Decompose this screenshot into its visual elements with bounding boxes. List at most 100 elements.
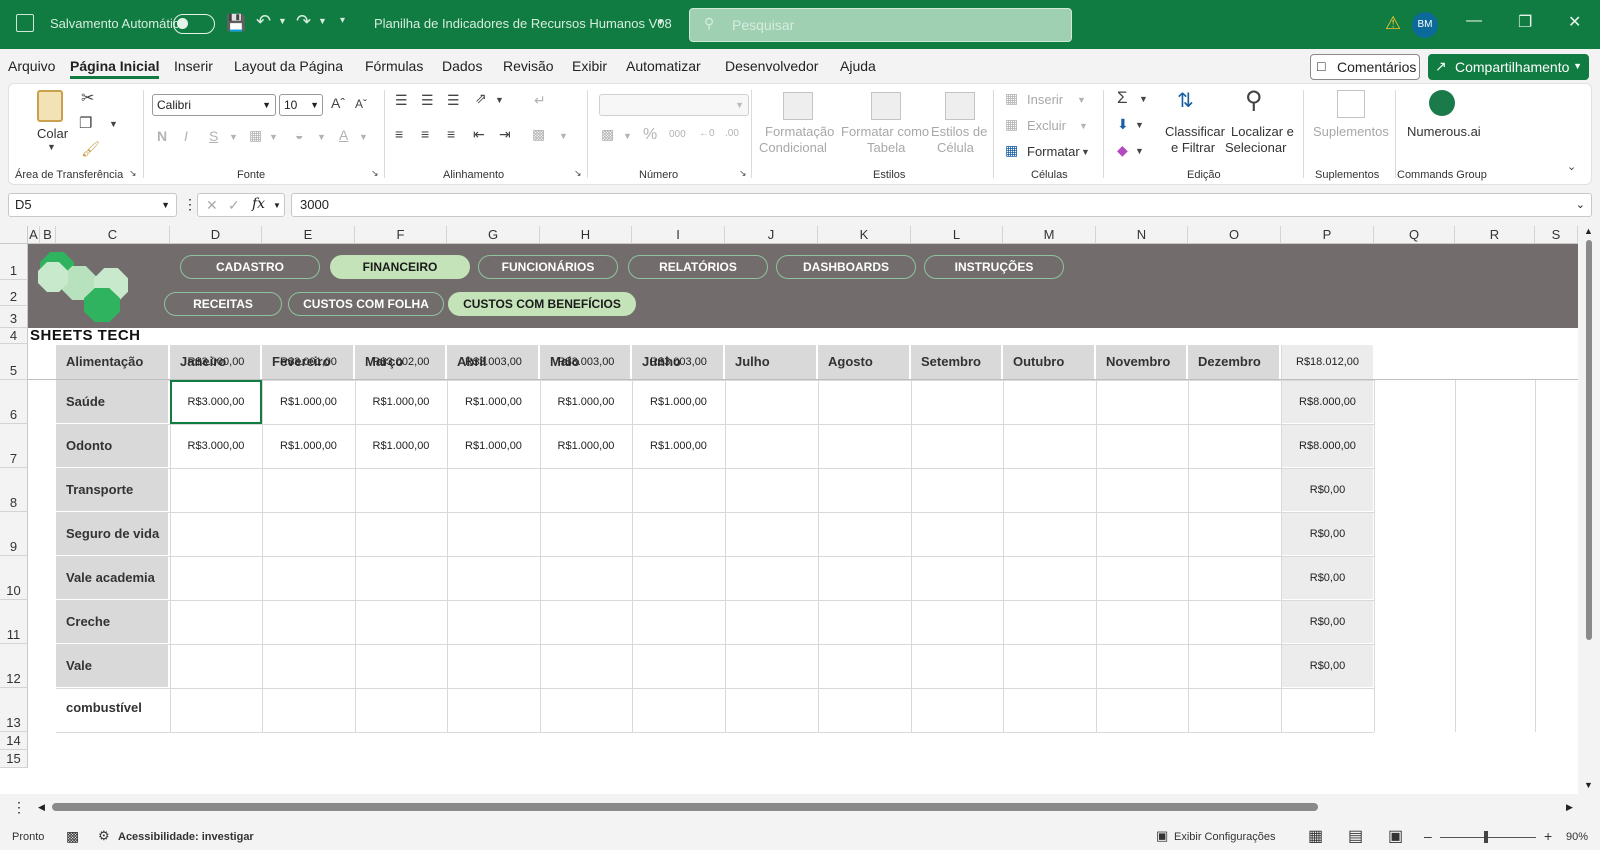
value-cell[interactable]	[632, 513, 725, 555]
redo-icon[interactable]: ↷	[296, 11, 311, 32]
value-cell[interactable]	[818, 645, 911, 687]
find-select-icon[interactable]: ⚲	[1245, 86, 1263, 115]
alignment-launcher-icon[interactable]: ↘	[574, 168, 582, 179]
value-cell[interactable]	[1096, 345, 1188, 379]
value-cell[interactable]	[447, 557, 540, 599]
insert-function-icon[interactable]: fx	[252, 196, 265, 212]
avatar[interactable]: BM	[1412, 12, 1438, 38]
value-cell[interactable]	[1003, 425, 1096, 467]
value-cell[interactable]	[632, 601, 725, 643]
value-cell[interactable]	[911, 345, 1003, 379]
expand-formula-icon[interactable]: ⌄	[1576, 198, 1585, 211]
scroll-down-icon[interactable]: ▼	[1584, 780, 1593, 790]
value-cell[interactable]	[1188, 345, 1281, 379]
decrease-decimal-icon[interactable]: .00	[725, 128, 739, 139]
merge-center-icon[interactable]: ▩	[532, 126, 545, 143]
paste-dropdown-icon[interactable]: ▼	[47, 142, 56, 152]
subnav-receitas[interactable]: RECEITAS	[164, 292, 282, 316]
value-cell[interactable]	[355, 513, 447, 555]
accounting-dropdown-icon[interactable]: ▼	[623, 131, 632, 141]
page-layout-view-icon[interactable]: ▤	[1348, 826, 1363, 846]
font-color-dropdown-icon[interactable]: ▼	[359, 132, 368, 142]
redo-dropdown-icon[interactable]: ▼	[318, 16, 327, 26]
benefit-label[interactable]: Transporte	[56, 469, 168, 511]
value-cell[interactable]	[170, 645, 262, 687]
value-cell[interactable]	[725, 601, 818, 643]
value-cell[interactable]: R$3.003,00	[540, 345, 632, 379]
total-cell[interactable]: R$0,00	[1282, 469, 1373, 511]
value-cell[interactable]	[1003, 645, 1096, 687]
menu-exibir[interactable]: Exibir	[572, 58, 607, 74]
zoom-level[interactable]: 90%	[1566, 831, 1588, 843]
paste-label[interactable]: Colar	[37, 126, 68, 141]
align-top-icon[interactable]: ☰	[395, 92, 408, 109]
value-cell[interactable]	[725, 513, 818, 555]
value-cell[interactable]	[632, 645, 725, 687]
row-header[interactable]: 7	[0, 424, 28, 468]
save-icon[interactable]: 💾	[226, 13, 246, 33]
comments-button[interactable]: □ Comentários	[1310, 54, 1420, 80]
value-cell[interactable]: R$1.000,00	[632, 425, 725, 467]
value-cell[interactable]	[262, 513, 355, 555]
conditional-formatting-icon[interactable]	[783, 92, 813, 120]
value-cell[interactable]	[1188, 557, 1281, 599]
menu-dados[interactable]: Dados	[442, 58, 482, 74]
clipboard-launcher-icon[interactable]: ↘	[129, 168, 137, 179]
value-cell[interactable]	[540, 469, 632, 511]
value-cell[interactable]	[355, 557, 447, 599]
column-header[interactable]: Q	[1374, 226, 1455, 244]
benefit-label[interactable]: Alimentação	[56, 345, 168, 379]
minimize-icon[interactable]: —	[1466, 12, 1482, 30]
row-header[interactable]: 5	[0, 344, 28, 380]
value-cell[interactable]	[911, 557, 1003, 599]
value-cell[interactable]: R$1.000,00	[447, 381, 540, 423]
zoom-out-icon[interactable]: –	[1424, 828, 1432, 844]
value-cell[interactable]: R$1.000,00	[632, 381, 725, 423]
sort-filter-label-1[interactable]: Classificar	[1165, 124, 1225, 139]
accessibility-status[interactable]: Acessibilidade: investigar	[118, 831, 254, 843]
scroll-left-icon[interactable]: ◀	[38, 802, 45, 813]
menu-automatizar[interactable]: Automatizar	[626, 58, 701, 74]
value-cell[interactable]	[818, 345, 911, 379]
menu-layout[interactable]: Layout da Página	[234, 58, 343, 74]
value-cell[interactable]	[911, 469, 1003, 511]
worksheet[interactable]: ABCDEFGHIJKLMNOPQRS 1 2 3 4 5 6 7 8 9 10 11 12 13 14 1…	[0, 226, 1600, 794]
value-cell[interactable]	[632, 557, 725, 599]
row-header[interactable]: 12	[0, 644, 28, 688]
vertical-scrollbar[interactable]: ▲ ▼	[1578, 226, 1600, 794]
orientation-icon[interactable]: ⇗	[475, 90, 487, 107]
value-cell[interactable]	[262, 601, 355, 643]
value-cell[interactable]	[170, 601, 262, 643]
total-cell[interactable]: R$8.000,00	[1282, 425, 1373, 467]
sort-filter-icon[interactable]: ⇅	[1177, 88, 1194, 113]
column-header[interactable]: P	[1281, 226, 1374, 244]
increase-indent-icon[interactable]: ⇥	[499, 126, 511, 143]
undo-icon[interactable]: ↶	[256, 11, 271, 32]
column-header[interactable]: S	[1535, 226, 1578, 244]
formula-input[interactable]: 3000 ⌄	[291, 193, 1592, 217]
total-cell[interactable]: R$0,00	[1282, 601, 1373, 643]
font-size-select[interactable]: 10 ▼	[279, 94, 323, 116]
value-cell[interactable]	[1003, 345, 1096, 379]
name-box[interactable]: D5 ▼	[8, 193, 177, 217]
bold-icon[interactable]: N	[157, 128, 167, 144]
value-cell[interactable]	[911, 601, 1003, 643]
value-cell[interactable]	[1188, 469, 1281, 511]
row-header[interactable]: 10	[0, 556, 28, 600]
row-header[interactable]: 6	[0, 380, 28, 424]
value-cell[interactable]: R$3.001,00	[262, 345, 355, 379]
align-right-icon[interactable]: ≡	[447, 126, 455, 142]
borders-dropdown-icon[interactable]: ▼	[269, 132, 278, 142]
benefit-label[interactable]: Vale academia	[56, 557, 168, 599]
value-cell[interactable]	[262, 469, 355, 511]
numerous-ai-icon[interactable]	[1429, 90, 1455, 116]
benefit-label[interactable]: Creche	[56, 601, 168, 643]
nav-cadastro[interactable]: CADASTRO	[180, 255, 320, 279]
align-center-icon[interactable]: ≡	[421, 126, 429, 142]
benefit-label[interactable]: Seguro de vida	[56, 513, 168, 555]
value-cell[interactable]	[911, 645, 1003, 687]
zoom-in-icon[interactable]: +	[1544, 828, 1552, 844]
value-cell[interactable]	[818, 469, 911, 511]
addins-icon[interactable]	[1337, 90, 1365, 118]
row-header[interactable]: 8	[0, 468, 28, 512]
